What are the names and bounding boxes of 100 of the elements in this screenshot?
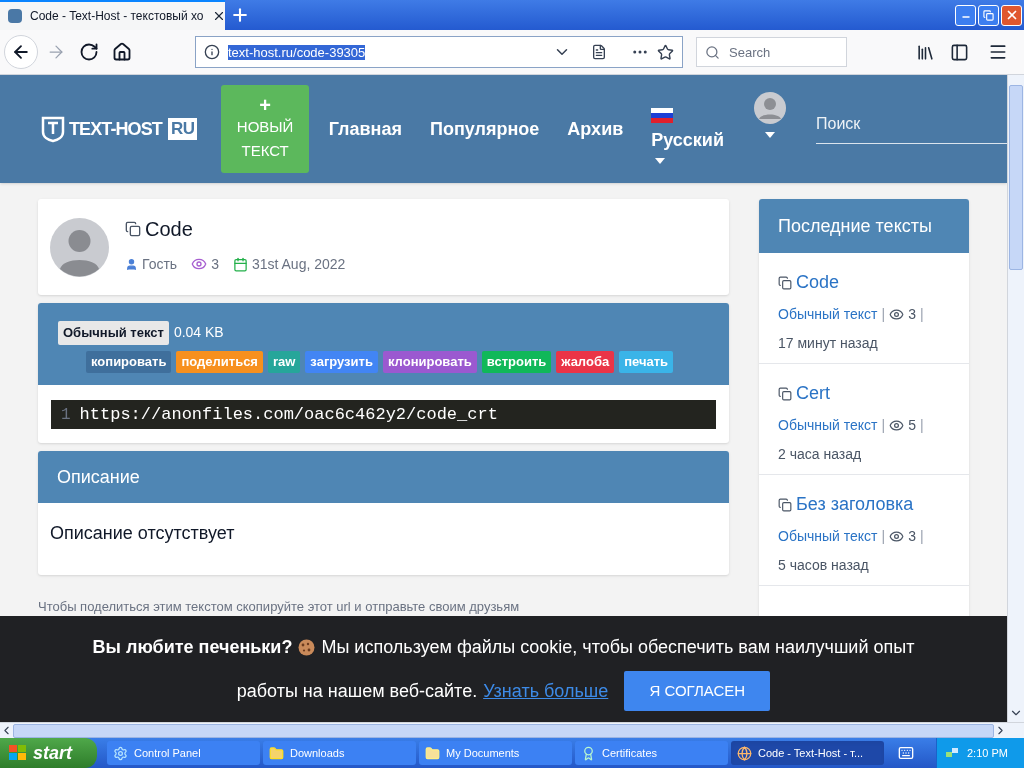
keyboard-icon[interactable] xyxy=(898,745,914,761)
syntax-link[interactable]: Обычный текст xyxy=(778,411,878,440)
home-icon xyxy=(112,42,132,62)
learn-more-link[interactable]: Узнать больше xyxy=(483,677,609,705)
cookie-title: Вы любите печеньки? xyxy=(92,635,293,659)
cookie-message: Мы используем файлы cookie, чтобы обеспечить вам наилучший опыт xyxy=(321,635,915,659)
account-menu[interactable] xyxy=(754,92,786,138)
recent-title-link[interactable]: Code xyxy=(796,269,840,296)
eye-icon xyxy=(191,256,208,272)
avatar-icon xyxy=(754,92,786,124)
separator: | xyxy=(919,416,924,435)
nav-link[interactable]: Популярное xyxy=(429,115,540,143)
cookie-icon xyxy=(298,638,316,656)
description-text: Описание отсутствует xyxy=(50,523,235,543)
action-button[interactable]: raw xyxy=(267,350,301,373)
taskbar-button[interactable]: Code - Text-Host - т... xyxy=(731,741,884,765)
document-icon xyxy=(125,220,141,237)
folder-icon xyxy=(425,745,440,761)
taskbar-button[interactable]: Downloads xyxy=(263,741,416,765)
browser-tab[interactable]: Code - Text-Host - текстовый хо xyxy=(0,0,225,30)
eye-icon xyxy=(889,418,905,433)
action-button[interactable]: копировать xyxy=(86,350,172,373)
action-button[interactable]: поделиться xyxy=(176,350,263,373)
view-count: 5 xyxy=(908,416,916,435)
share-note: Чтобы поделиться этим текстом скопируйте этот url и отправьте своим друзьям xyxy=(38,599,521,615)
search-field[interactable]: Search xyxy=(696,37,847,67)
logo-icon xyxy=(40,115,66,143)
vertical-scrollbar[interactable] xyxy=(1007,75,1024,722)
document-icon xyxy=(778,386,792,401)
site-logo[interactable]: TEXT-HOST RU xyxy=(40,115,198,143)
action-button[interactable]: клонировать xyxy=(382,350,477,373)
site-icon xyxy=(8,9,22,23)
nav-link[interactable]: Архив xyxy=(567,115,624,143)
address-field[interactable]: text-host.ru/code-39305 xyxy=(195,36,683,68)
windows-logo-icon xyxy=(8,744,28,762)
library-icon[interactable] xyxy=(916,42,935,62)
recent-title-link[interactable]: Без заголовка xyxy=(796,491,914,518)
eye-icon xyxy=(889,529,905,544)
new-text-button[interactable]: + НОВЫЙ ТЕКСТ xyxy=(221,85,309,173)
action-button[interactable]: жалоба xyxy=(556,350,615,373)
tab-title: Code - Text-Host - текстовый хо xyxy=(30,8,204,25)
back-icon xyxy=(11,42,31,62)
separator: | xyxy=(919,305,924,324)
user-icon xyxy=(125,257,138,271)
restore-icon xyxy=(983,9,994,21)
syntax-label: Обычный текст xyxy=(58,321,169,345)
flag-icon xyxy=(651,108,674,123)
clock: 2:10 PM xyxy=(967,745,1008,761)
taskbar-button[interactable]: My Documents xyxy=(419,741,572,765)
plus-icon xyxy=(230,5,250,25)
avatar-icon xyxy=(50,217,109,277)
view-count: 3 xyxy=(908,305,916,324)
nav-link[interactable]: Главная xyxy=(328,115,402,143)
reload-icon xyxy=(79,42,99,62)
document-icon xyxy=(778,275,792,290)
close-button[interactable] xyxy=(1001,4,1022,26)
eye-icon xyxy=(889,307,905,322)
document-icon xyxy=(778,497,792,512)
accept-button[interactable]: Я СОГЛАСЕН xyxy=(624,671,771,711)
line-number: 1 xyxy=(61,404,71,426)
recent-title-link[interactable]: Cert xyxy=(796,380,830,407)
restore-button[interactable] xyxy=(978,4,999,26)
separator: | xyxy=(881,527,886,546)
action-button[interactable]: встроить xyxy=(481,350,552,373)
gear-icon xyxy=(113,745,128,761)
taskbar-button[interactable]: Control Panel xyxy=(107,741,260,765)
star-icon[interactable] xyxy=(657,43,674,61)
certificate-icon xyxy=(581,745,596,761)
action-button[interactable]: печать xyxy=(619,350,674,373)
view-count: 3 xyxy=(908,527,916,546)
syntax-link[interactable]: Обычный текст xyxy=(778,522,878,551)
syntax-link[interactable]: Обычный текст xyxy=(778,300,878,329)
globe-icon xyxy=(737,745,752,761)
menu-icon[interactable] xyxy=(988,42,1008,62)
post-age: 2 часа назад xyxy=(778,445,862,464)
search-icon xyxy=(705,45,720,60)
info-icon[interactable] xyxy=(204,44,220,60)
scroll-thumb[interactable] xyxy=(1009,85,1023,270)
post-title: Code xyxy=(145,216,193,242)
post-age: 5 часов назад xyxy=(778,556,869,575)
view-count: 3 xyxy=(211,254,219,274)
post-author: Гость xyxy=(142,254,178,274)
language-menu[interactable]: Русский xyxy=(651,108,724,164)
taskbar-button[interactable]: Certificates xyxy=(575,741,728,765)
reader-icon[interactable] xyxy=(591,44,607,60)
post-age: 17 минут назад xyxy=(778,334,878,353)
panel-heading: Последние тексты xyxy=(778,214,932,238)
sidebar-icon[interactable] xyxy=(950,42,969,62)
separator: | xyxy=(881,305,886,324)
minimize-button[interactable] xyxy=(955,4,976,26)
separator: | xyxy=(881,416,886,435)
description-heading: Описание xyxy=(57,465,140,489)
paste-size: 0.04 KB xyxy=(173,323,224,343)
calendar-icon xyxy=(232,256,248,272)
cookie-message: работы на нашем веб-сайте. xyxy=(236,679,478,703)
back-button[interactable] xyxy=(4,35,38,69)
folder-icon xyxy=(269,745,284,761)
action-button[interactable]: загрузить xyxy=(305,350,378,373)
separator: | xyxy=(919,527,924,546)
start-button[interactable]: start xyxy=(0,738,97,768)
